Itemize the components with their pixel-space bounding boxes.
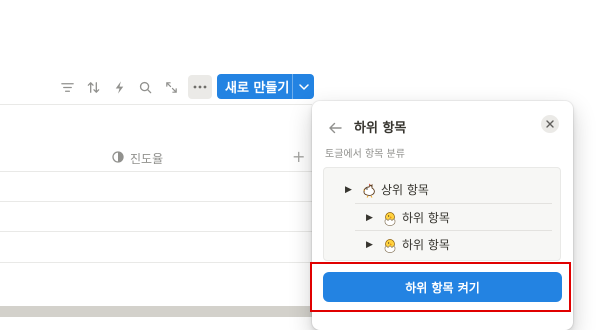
table-top-border	[0, 104, 312, 105]
column-header-progress[interactable]: 진도율	[112, 150, 163, 167]
tree-item-label: 하위 항목	[402, 211, 450, 225]
tree-item-child: ▶ 하위 항목	[324, 204, 560, 231]
tree-item-child: ▶ 하위 항목	[324, 231, 560, 258]
hen-icon	[361, 182, 377, 198]
new-button-label: 새로 만들기	[225, 81, 290, 96]
new-button[interactable]: 새로 만들기	[217, 74, 314, 99]
automation-icon[interactable]	[106, 74, 132, 100]
table-row[interactable]	[0, 262, 312, 263]
more-icon[interactable]	[188, 75, 212, 99]
database-toolbar	[54, 74, 212, 100]
popover-title: 하위 항목	[354, 121, 407, 136]
popover-header: 하위 항목	[328, 115, 559, 136]
close-icon[interactable]	[541, 115, 559, 133]
popover-description: 토글에서 항목 분류	[325, 149, 405, 160]
expand-icon[interactable]	[158, 74, 184, 100]
toggle-triangle-icon: ▶	[345, 184, 352, 195]
hatching-chick-icon	[382, 210, 398, 226]
column-header-label: 진도율	[130, 152, 164, 166]
back-arrow-icon[interactable]	[328, 120, 342, 134]
add-column-button[interactable]: +	[292, 147, 305, 166]
toggle-triangle-icon: ▶	[366, 239, 373, 250]
tree-item-label: 하위 항목	[402, 238, 450, 252]
filter-icon[interactable]	[54, 74, 80, 100]
progress-icon	[112, 151, 124, 166]
sort-icon[interactable]	[80, 74, 106, 100]
tree-item-label: 상위 항목	[381, 183, 429, 197]
toggle-triangle-icon: ▶	[366, 212, 373, 223]
sub-items-preview: ▶ 상위 항목 ▶ 하위 항목 ▶ 하위 항목	[323, 167, 561, 261]
chevron-down-icon[interactable]	[293, 83, 314, 90]
hatching-chick-icon	[382, 237, 398, 253]
search-icon[interactable]	[132, 74, 158, 100]
tree-item-parent: ▶ 상위 항목	[324, 176, 560, 203]
highlight-box	[310, 262, 571, 312]
table-row[interactable]	[0, 201, 312, 202]
table-row[interactable]	[0, 171, 312, 172]
table-row[interactable]	[0, 231, 312, 232]
